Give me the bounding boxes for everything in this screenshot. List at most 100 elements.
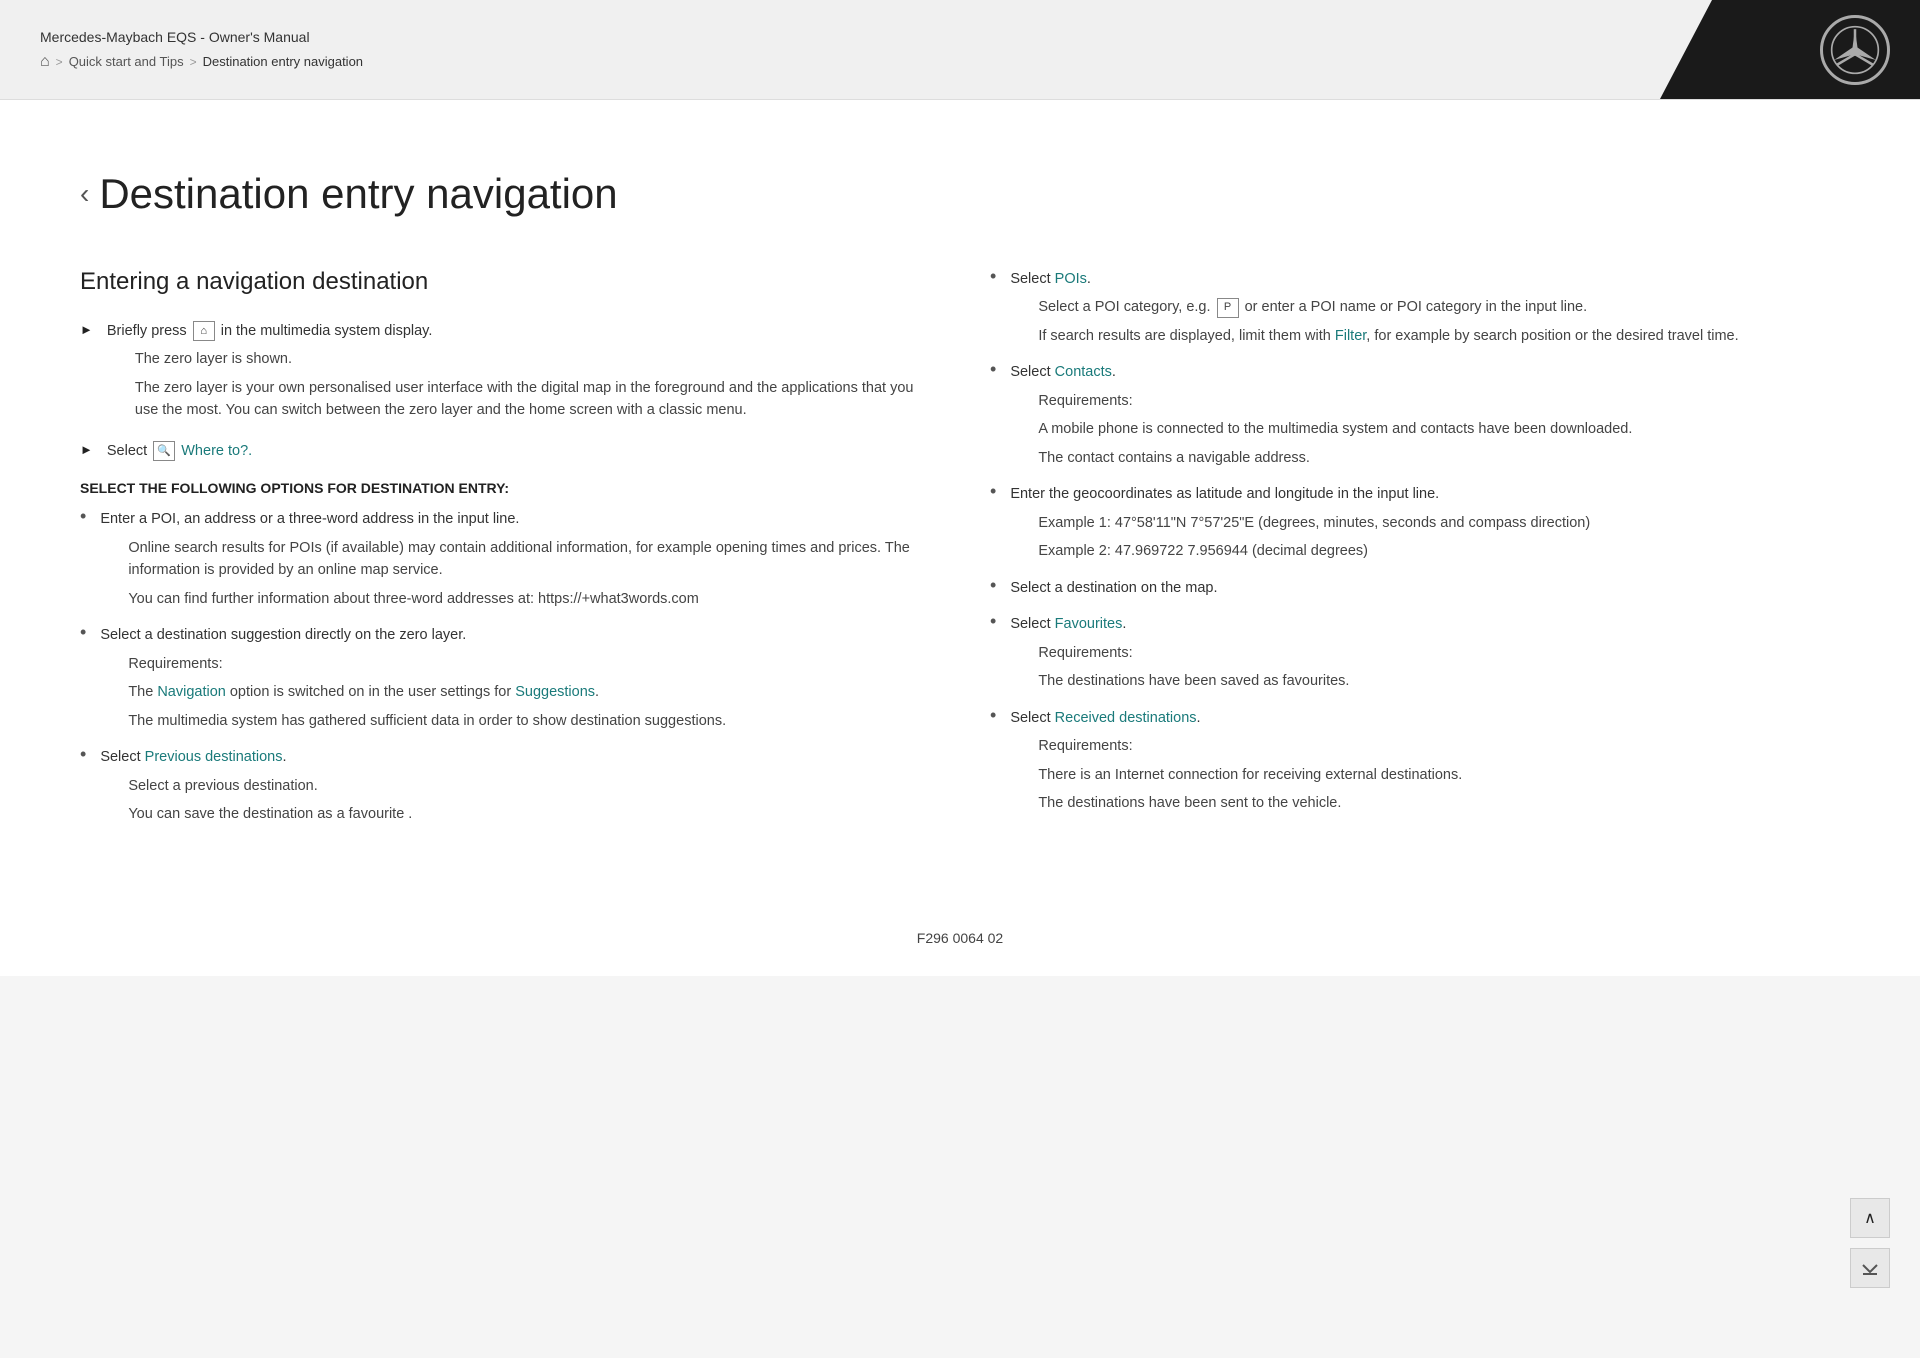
sub-text-2: The zero layer is your own personalised … <box>135 377 930 422</box>
favourites-link[interactable]: Favourites <box>1055 616 1123 632</box>
requirements-label: Requirements: <box>1038 735 1462 757</box>
requirements-label: Requirements: <box>128 653 726 675</box>
list-item: • Select a destination on the map. <box>990 577 1840 599</box>
list-item: • Enter the geocoordinates as latitude a… <box>990 483 1840 562</box>
home-inline-icon: ⌂ <box>193 321 215 341</box>
list-item: ► Briefly press ⌂ in the multimedia syst… <box>80 320 930 422</box>
arrow-content: Briefly press ⌂ in the multimedia system… <box>107 320 930 422</box>
content-columns: Entering a navigation destination ► Brie… <box>80 268 1840 840</box>
arrow-marker: ► <box>80 322 93 422</box>
requirements-label: Requirements: <box>1038 390 1632 412</box>
sub-text-2: The contact contains a navigable address… <box>1038 447 1632 469</box>
scroll-up-button[interactable]: ∧ <box>1850 1198 1890 1238</box>
sub-text: The Navigation option is switched on in … <box>128 681 726 703</box>
bullet-marker: • <box>990 575 996 599</box>
sub-text: A mobile phone is connected to the multi… <box>1038 418 1632 440</box>
received-destinations-link[interactable]: Received destinations <box>1055 710 1197 726</box>
sub-text: The zero layer is shown. <box>135 348 930 370</box>
bullet-marker: • <box>990 481 996 562</box>
home-icon[interactable]: ⌂ <box>40 53 50 71</box>
item-text: Select Received destinations. <box>1010 710 1200 726</box>
bullet-content: Select Previous destinations. Select a p… <box>100 746 412 825</box>
search-inline-icon: 🔍 <box>153 441 175 461</box>
breadcrumb: ⌂ > Quick start and Tips > Destination e… <box>40 53 363 71</box>
header-left: Mercedes-Maybach EQS - Owner's Manual ⌂ … <box>0 17 403 83</box>
p-icon: P <box>1217 298 1239 318</box>
bullet-content: Enter a POI, an address or a three-word … <box>100 508 930 610</box>
manual-title: Mercedes-Maybach EQS - Owner's Manual <box>40 29 363 45</box>
left-column: Entering a navigation destination ► Brie… <box>80 268 930 840</box>
item-text: Enter a POI, an address or a three-word … <box>100 511 519 527</box>
sub-text: Example 1: 47°58'11"N 7°57'25"E (degrees… <box>1038 512 1590 534</box>
breadcrumb-sep-2: > <box>190 55 197 69</box>
item-text: Select a destination on the map. <box>1010 580 1217 596</box>
arrow-marker: ► <box>80 442 93 462</box>
sub-text: Select a POI category, e.g. P or enter a… <box>1038 296 1738 318</box>
item-text: Select POIs. <box>1010 271 1091 287</box>
item-text: Select a destination suggestion directly… <box>100 627 466 643</box>
bullet-content: Select POIs. Select a POI category, e.g.… <box>1010 268 1738 347</box>
navigation-link[interactable]: Navigation <box>157 684 226 700</box>
sub-text: Online search results for POIs (if avail… <box>128 537 930 582</box>
bullet-content: Enter the geocoordinates as latitude and… <box>1010 483 1590 562</box>
filter-link[interactable]: Filter <box>1335 328 1366 344</box>
arrow-list: ► Briefly press ⌂ in the multimedia syst… <box>80 320 930 462</box>
header-right <box>1660 0 1920 99</box>
item-text: Select Contacts. <box>1010 364 1116 380</box>
list-item: ► Select 🔍 Where to?. <box>80 440 930 462</box>
list-item: • Select a destination suggestion direct… <box>80 624 930 732</box>
bullet-list: • Enter a POI, an address or a three-wor… <box>80 508 930 825</box>
list-item: • Select Received destinations. Requirem… <box>990 707 1840 815</box>
bold-label: SELECT THE FOLLOWING OPTIONS FOR DESTINA… <box>80 480 930 496</box>
right-column: • Select POIs. Select a POI category, e.… <box>990 268 1840 840</box>
bullet-marker: • <box>990 611 996 692</box>
breadcrumb-current: Destination entry navigation <box>203 54 363 69</box>
item-text: Select 🔍 Where to?. <box>107 443 252 459</box>
arrow-content: Select 🔍 Where to?. <box>107 440 252 462</box>
list-item: • Select Contacts. Requirements: A mobil… <box>990 361 1840 469</box>
list-item: • Select Favourites. Requirements: The d… <box>990 613 1840 692</box>
item-text: Select Favourites. <box>1010 616 1126 632</box>
back-button[interactable]: ‹ <box>80 178 89 210</box>
mercedes-logo <box>1820 15 1890 85</box>
bullet-content: Select a destination suggestion directly… <box>100 624 726 732</box>
bullet-content: Select a destination on the map. <box>1010 577 1217 599</box>
item-text: Enter the geocoordinates as latitude and… <box>1010 486 1439 502</box>
breadcrumb-link-1[interactable]: Quick start and Tips <box>69 54 184 69</box>
bullet-marker: • <box>990 705 996 815</box>
item-text: Briefly press ⌂ in the multimedia system… <box>107 323 433 339</box>
where-to-link[interactable]: Where to?. <box>181 443 252 459</box>
sub-text: Select a previous destination. <box>128 775 412 797</box>
sub-text-2: Example 2: 47.969722 7.956944 (decimal d… <box>1038 540 1590 562</box>
header-dark-area <box>1660 0 1920 99</box>
contacts-link[interactable]: Contacts <box>1055 364 1112 380</box>
main-content: ‹ Destination entry navigation Entering … <box>0 100 1920 900</box>
page-header: Mercedes-Maybach EQS - Owner's Manual ⌂ … <box>0 0 1920 100</box>
page-title-row: ‹ Destination entry navigation <box>80 170 1840 218</box>
sub-text-2: You can save the destination as a favour… <box>128 803 412 825</box>
breadcrumb-sep-1: > <box>56 55 63 69</box>
suggestions-link[interactable]: Suggestions <box>515 684 595 700</box>
pois-link[interactable]: POIs <box>1055 271 1087 287</box>
item-text: Select Previous destinations. <box>100 749 286 765</box>
bullet-marker: • <box>990 266 996 347</box>
sub-text-2: You can find further information about t… <box>128 588 930 610</box>
list-item: • Select POIs. Select a POI category, e.… <box>990 268 1840 347</box>
previous-destinations-link[interactable]: Previous destinations <box>145 749 283 765</box>
footer-code: F296 0064 02 <box>917 930 1003 946</box>
right-bullet-list: • Select POIs. Select a POI category, e.… <box>990 268 1840 814</box>
scroll-down-button[interactable] <box>1850 1248 1890 1288</box>
list-item: • Enter a POI, an address or a three-wor… <box>80 508 930 610</box>
bullet-marker: • <box>80 506 86 610</box>
sub-text: There is an Internet connection for rece… <box>1038 764 1462 786</box>
bullet-content: Select Contacts. Requirements: A mobile … <box>1010 361 1632 469</box>
page-footer: F296 0064 02 <box>0 900 1920 976</box>
sub-text: The destinations have been saved as favo… <box>1038 670 1349 692</box>
requirements-label: Requirements: <box>1038 642 1349 664</box>
bullet-marker: • <box>80 744 86 825</box>
sub-text-2: The destinations have been sent to the v… <box>1038 792 1462 814</box>
bullet-content: Select Favourites. Requirements: The des… <box>1010 613 1349 692</box>
bullet-content: Select Received destinations. Requiremen… <box>1010 707 1462 815</box>
bullet-marker: • <box>80 622 86 732</box>
sub-text-2: If search results are displayed, limit t… <box>1038 325 1738 347</box>
